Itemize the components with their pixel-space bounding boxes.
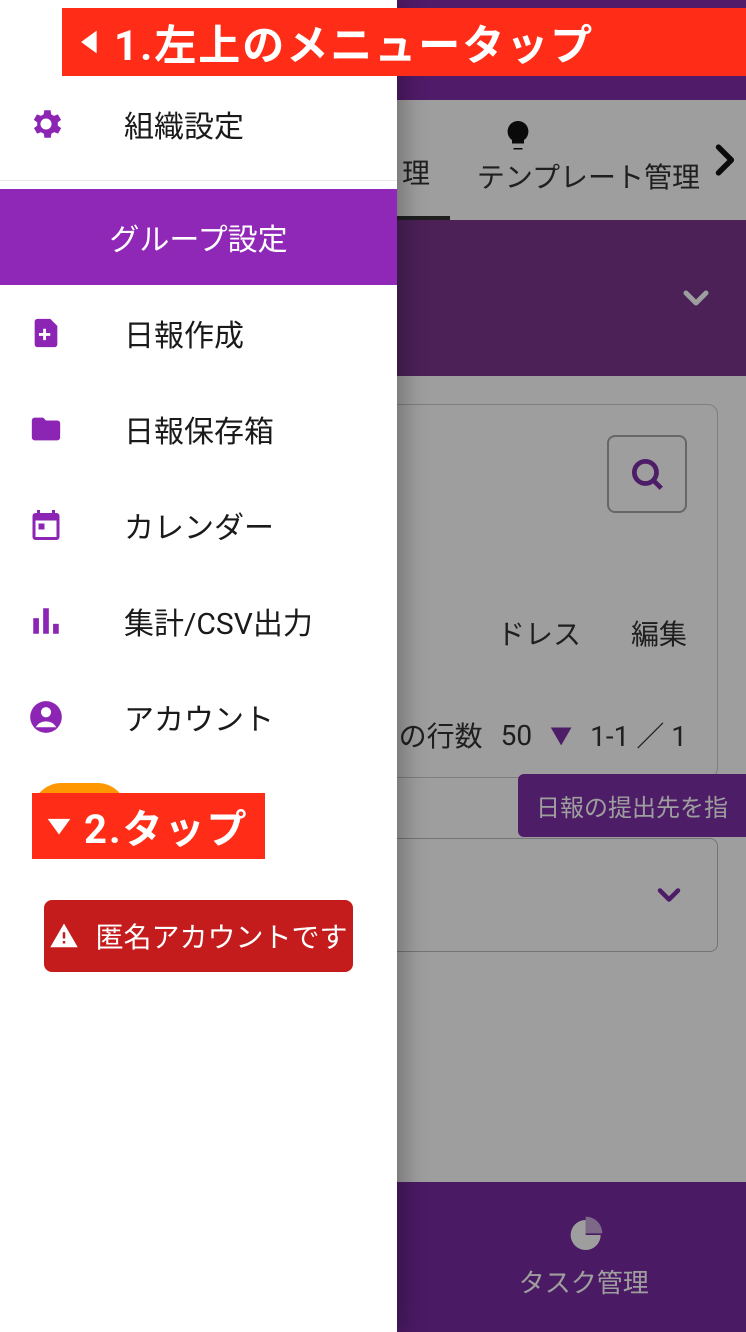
gear-icon	[24, 105, 68, 143]
nav-drawer: 組織設定 グループ設定 日報作成 日報保存箱 カレンダー 集計/CSV出力 アカ…	[0, 0, 397, 1332]
drawer-label: カレンダー	[124, 503, 274, 547]
drawer-item-account[interactable]: アカウント	[0, 669, 397, 765]
drawer-label: グループ設定	[109, 215, 287, 259]
drawer-item-csv[interactable]: 集計/CSV出力	[0, 573, 397, 669]
callout-label: 2.タップ	[84, 797, 249, 855]
bar-chart-icon	[24, 604, 68, 638]
triangle-left-icon	[74, 22, 108, 62]
triangle-down-icon	[42, 809, 76, 843]
anon-account-warning[interactable]: 匿名アカウントです	[44, 900, 353, 972]
drawer-item-report-box[interactable]: 日報保存箱	[0, 381, 397, 477]
person-icon	[24, 698, 68, 736]
file-plus-icon	[24, 313, 68, 353]
drawer-item-group-settings[interactable]: グループ設定	[0, 189, 397, 285]
divider	[0, 180, 397, 181]
warning-icon	[49, 921, 79, 951]
drawer-label: 日報作成	[124, 311, 244, 355]
drawer-label: 日報保存箱	[124, 407, 274, 451]
drawer-item-org-settings[interactable]: 組織設定	[0, 76, 397, 172]
drawer-item-calendar[interactable]: カレンダー	[0, 477, 397, 573]
drawer-label: アカウント	[124, 695, 274, 739]
callout-step-1: 1.左上のメニュータップ	[62, 8, 746, 76]
drawer-label: 集計/CSV出力	[124, 599, 313, 643]
callout-step-2: 2.タップ	[32, 793, 265, 859]
warning-label: 匿名アカウントです	[95, 916, 347, 956]
drawer-label: 組織設定	[124, 102, 244, 146]
calendar-icon	[24, 506, 68, 544]
folder-icon	[24, 412, 68, 446]
callout-label: 1.左上のメニュータップ	[114, 12, 594, 73]
drawer-item-create-report[interactable]: 日報作成	[0, 285, 397, 381]
